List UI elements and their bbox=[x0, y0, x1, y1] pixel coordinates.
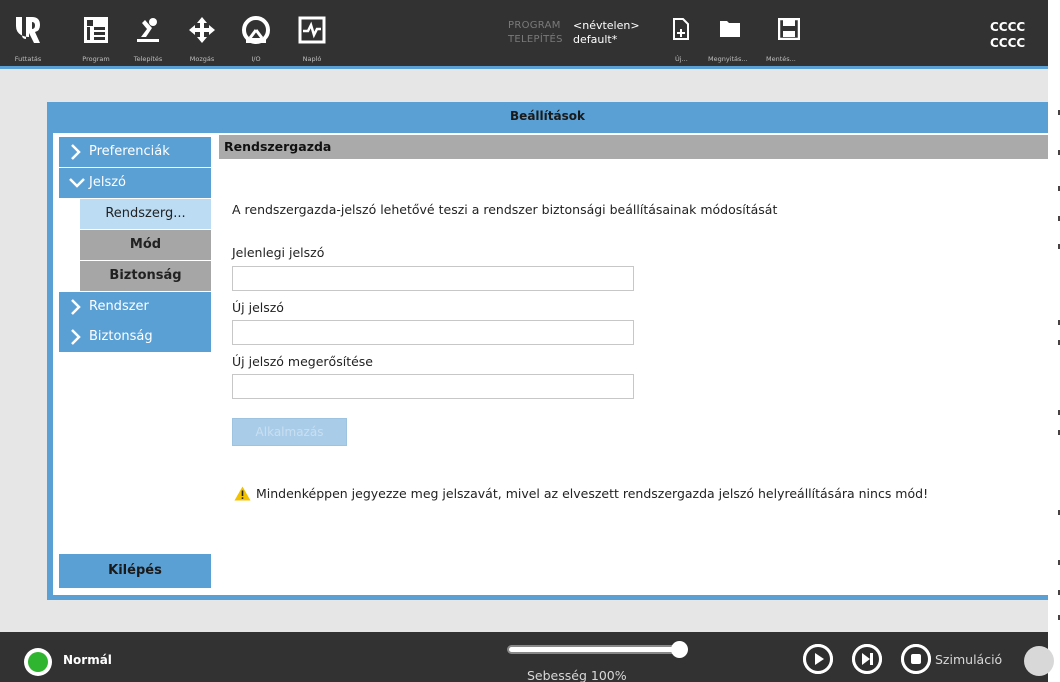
confirm-password-input[interactable] bbox=[232, 374, 634, 399]
admin-password-description: A rendszergazda-jelszó lehetővé teszi a … bbox=[232, 202, 778, 217]
open-folder-icon bbox=[720, 21, 740, 37]
status-indicator-icon[interactable] bbox=[24, 648, 52, 676]
right-edge-strip bbox=[1048, 0, 1060, 682]
stop-button[interactable] bbox=[901, 644, 931, 674]
bottom-bar bbox=[0, 632, 1048, 682]
program-icon bbox=[84, 17, 108, 43]
new-file-icon bbox=[673, 18, 689, 40]
save-disk-icon bbox=[778, 18, 800, 40]
topbar-right-line2: CCCC bbox=[990, 36, 1026, 50]
nav-log-label: Napló bbox=[302, 55, 322, 63]
sidebar-subitem-label: Mód bbox=[129, 237, 162, 252]
warning-message: Mindenképpen jegyezze meg jelszavát, miv… bbox=[234, 486, 928, 501]
nav-move-label: Mozgás bbox=[189, 55, 215, 63]
chevron-right-icon bbox=[71, 329, 81, 345]
play-icon bbox=[803, 644, 833, 674]
nav-log[interactable]: Napló bbox=[292, 0, 332, 66]
nav-io[interactable]: I/O bbox=[236, 0, 276, 66]
current-password-input[interactable] bbox=[232, 266, 634, 291]
topbar-accent-line bbox=[0, 66, 1048, 69]
section-title: Rendszergazda bbox=[219, 135, 1048, 159]
sidebar-item-label: Rendszer bbox=[89, 299, 149, 314]
ur-logo-icon bbox=[16, 17, 40, 43]
chevron-right-icon bbox=[71, 144, 81, 160]
step-icon bbox=[852, 644, 882, 674]
topbar-right-line1: CCCC bbox=[990, 20, 1026, 34]
nav-io-label: I/O bbox=[251, 55, 261, 63]
program-caption: PROGRAM bbox=[508, 20, 561, 31]
chevron-down-icon bbox=[69, 178, 85, 188]
status-text: Normál bbox=[63, 653, 112, 667]
program-name: <névtelen> bbox=[573, 19, 640, 32]
save-button[interactable]: Mentés... bbox=[766, 0, 809, 66]
installation-robot-arm-icon bbox=[137, 18, 159, 42]
stop-icon bbox=[901, 644, 931, 674]
nav-installation-label: Telepítés bbox=[133, 55, 163, 63]
settings-body: Preferenciák Jelszó Rendszerg... Mód Biz… bbox=[53, 133, 1048, 595]
speed-slider-handle[interactable] bbox=[671, 641, 688, 658]
sidebar-item-label: Jelszó bbox=[89, 175, 126, 190]
sidebar-item-security[interactable]: Biztonság bbox=[59, 322, 211, 352]
io-gauge-icon bbox=[242, 16, 270, 44]
sidebar-subitem-safety[interactable]: Biztonság bbox=[80, 261, 211, 291]
speed-text: Sebesség 100% bbox=[527, 668, 627, 682]
sidebar-item-password[interactable]: Jelszó bbox=[59, 168, 211, 198]
save-button-label: Mentés... bbox=[766, 55, 796, 63]
confirm-password-label: Új jelszó megerősítése bbox=[232, 354, 373, 369]
panel-title: Beállítások bbox=[510, 109, 585, 123]
installation-caption: TELEPÍTÉS bbox=[508, 34, 563, 45]
sidebar-subitem-label: Rendszerg... bbox=[105, 206, 186, 221]
move-arrows-icon bbox=[189, 17, 215, 43]
log-chart-icon bbox=[298, 16, 326, 44]
sidebar-item-label: Biztonság bbox=[89, 329, 153, 344]
new-password-label: Új jelszó bbox=[232, 300, 284, 315]
logout-button[interactable]: Kilépés bbox=[59, 554, 211, 588]
top-bar: Futtatás Program Telepítés Mozgás I/O Na… bbox=[0, 0, 1048, 66]
status-indicator-light bbox=[28, 652, 48, 672]
simulation-toggle[interactable] bbox=[1024, 646, 1054, 676]
sidebar-subitem-label: Biztonság bbox=[109, 268, 182, 283]
nav-program[interactable]: Program bbox=[76, 0, 116, 66]
settings-panel: Beállítások Preferenciák Jelszó Rendszer… bbox=[47, 102, 1048, 600]
nav-move[interactable]: Mozgás bbox=[182, 0, 222, 66]
apply-button[interactable]: Alkalmazás bbox=[232, 418, 347, 446]
installation-name: default* bbox=[573, 33, 618, 46]
nav-run[interactable]: Futtatás bbox=[8, 0, 48, 66]
warning-text: Mindenképpen jegyezze meg jelszavát, miv… bbox=[256, 486, 929, 501]
open-button[interactable]: Megnyitás... bbox=[708, 0, 750, 66]
nav-run-label: Futtatás bbox=[14, 55, 42, 63]
new-button-label: Új... bbox=[675, 55, 688, 63]
new-button[interactable]: Új... bbox=[668, 0, 694, 66]
warning-icon bbox=[234, 486, 251, 501]
step-button[interactable] bbox=[852, 644, 882, 674]
new-password-input[interactable] bbox=[232, 320, 634, 345]
sidebar-item-preferences[interactable]: Preferenciák bbox=[59, 137, 211, 167]
current-password-label: Jelenlegi jelszó bbox=[232, 245, 325, 260]
speed-slider[interactable] bbox=[507, 645, 685, 654]
simulation-label: Szimuláció bbox=[935, 652, 1003, 667]
nav-program-label: Program bbox=[82, 55, 110, 63]
sidebar-subitem-mode[interactable]: Mód bbox=[80, 230, 211, 260]
sidebar-item-system[interactable]: Rendszer bbox=[59, 292, 211, 322]
sidebar-item-label: Preferenciák bbox=[89, 144, 170, 159]
sidebar-subitem-admin[interactable]: Rendszerg... bbox=[80, 199, 211, 229]
open-button-label: Megnyitás... bbox=[708, 55, 748, 63]
play-button[interactable] bbox=[803, 644, 833, 674]
nav-installation[interactable]: Telepítés bbox=[128, 0, 168, 66]
chevron-right-icon bbox=[71, 299, 81, 315]
